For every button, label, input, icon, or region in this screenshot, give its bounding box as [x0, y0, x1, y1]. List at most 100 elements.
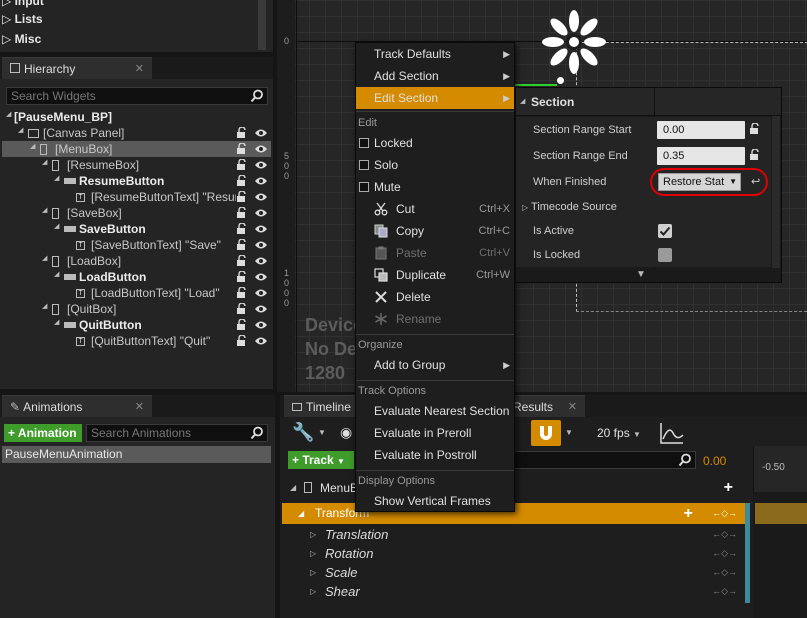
hierarchy-tree-row[interactable]: ◢ [QuitBox]	[2, 301, 271, 317]
sub-track-row[interactable]: ▷ Shear ←◇→	[282, 582, 745, 601]
sub-track-row[interactable]: ▷ Rotation ←◇→	[282, 544, 745, 563]
expand-more-icon[interactable]: ▼	[636, 269, 646, 280]
eye-icon[interactable]	[254, 304, 268, 314]
menu-item-evaluate-nearest[interactable]: Evaluate Nearest Section	[356, 400, 514, 422]
search-icon[interactable]	[250, 426, 264, 440]
hierarchy-tree-row[interactable]: T [SaveButtonText] "Save"	[2, 237, 271, 253]
menu-item-cut[interactable]: Cut Ctrl+X	[356, 198, 514, 220]
lock-icon[interactable]	[236, 127, 248, 139]
hierarchy-tree-row[interactable]: ◢ [PauseMenu_BP]	[2, 109, 271, 125]
tab-timeline[interactable]: Timeline	[284, 395, 364, 417]
eye-icon[interactable]: ◉	[340, 424, 352, 441]
section-header[interactable]: ◢ Section	[516, 88, 781, 116]
lock-icon[interactable]	[236, 223, 248, 235]
range-start-input[interactable]: 0.00	[657, 121, 745, 139]
track-search-input[interactable]	[512, 451, 696, 469]
lock-icon[interactable]	[236, 143, 248, 155]
hierarchy-tree-row[interactable]: ◢ QuitButton	[2, 317, 271, 333]
eye-icon[interactable]	[254, 288, 268, 298]
menu-item-rename[interactable]: Rename	[356, 308, 514, 330]
menu-item-solo[interactable]: Solo	[356, 154, 514, 176]
lock-icon[interactable]	[236, 271, 248, 283]
menu-item-add-to-group[interactable]: Add to Group ▶	[356, 354, 514, 376]
menu-item-copy[interactable]: Copy Ctrl+C	[356, 220, 514, 242]
menu-item-evaluate-postroll[interactable]: Evaluate in Postroll	[356, 444, 514, 466]
expand-arrow-icon[interactable]: ▷	[310, 525, 316, 544]
tab-animations[interactable]: ✎ Animations ✕	[2, 395, 152, 417]
expand-arrow-icon[interactable]: ▷	[310, 563, 316, 582]
lock-icon[interactable]	[236, 287, 248, 299]
animations-search-input[interactable]: Search Animations	[86, 424, 268, 442]
lock-icon[interactable]	[236, 207, 248, 219]
palette-section-input[interactable]: ▷ Input	[2, 0, 44, 9]
eye-icon[interactable]	[254, 320, 268, 330]
lock-icon[interactable]	[236, 239, 248, 251]
lock-icon[interactable]	[236, 335, 248, 347]
collapse-arrow-icon[interactable]: ◢	[42, 302, 47, 310]
hierarchy-tree-row[interactable]: ◢ LoadButton	[2, 269, 271, 285]
keyframe-nav-icon[interactable]: ←◇→	[712, 525, 737, 544]
collapse-arrow-icon[interactable]: ◢	[298, 503, 304, 524]
collapse-arrow-icon[interactable]: ◢	[18, 126, 23, 134]
menu-item-duplicate[interactable]: Duplicate Ctrl+W	[356, 264, 514, 286]
lock-icon[interactable]	[749, 123, 761, 135]
menu-item-paste[interactable]: Paste Ctrl+V	[356, 242, 514, 264]
menu-item-locked[interactable]: Locked	[356, 132, 514, 154]
hierarchy-tree-row[interactable]: T [ResumeButtonText] "Resum	[2, 189, 271, 205]
close-icon[interactable]: ✕	[568, 396, 577, 418]
palette-section-misc[interactable]: ▷ Misc	[2, 31, 41, 47]
eye-icon[interactable]	[254, 144, 268, 154]
eye-icon[interactable]	[254, 176, 268, 186]
eye-icon[interactable]	[254, 240, 268, 250]
hierarchy-tree-row[interactable]: ◢ [ResumeBox]	[2, 157, 271, 173]
wrench-icon[interactable]: 🔧	[292, 422, 314, 443]
lock-icon[interactable]	[749, 149, 761, 161]
locked-checkbox[interactable]	[359, 138, 369, 148]
hierarchy-tree-row[interactable]: ◢ SaveButton	[2, 221, 271, 237]
panel-scrollbar[interactable]	[772, 116, 780, 268]
expand-arrow-icon[interactable]: ▷	[310, 544, 316, 563]
range-end-input[interactable]: 0.35	[657, 147, 745, 165]
menu-item-show-vertical-frames[interactable]: Show Vertical Frames	[356, 490, 514, 512]
hierarchy-tree-row[interactable]: ◢ [Canvas Panel]	[2, 125, 271, 141]
collapse-arrow-icon[interactable]: ◢	[42, 158, 47, 166]
chevron-down-icon[interactable]: ▼	[565, 428, 573, 437]
collapse-arrow-icon[interactable]: ◢	[54, 174, 59, 182]
lock-icon[interactable]	[236, 159, 248, 171]
search-icon[interactable]	[678, 453, 692, 467]
keyframe-nav-icon[interactable]: ←◇→	[712, 503, 737, 524]
collapse-arrow-icon[interactable]: ◢	[42, 254, 47, 262]
lock-icon[interactable]	[236, 191, 248, 203]
lock-icon[interactable]	[236, 303, 248, 315]
transform-section-bar[interactable]	[755, 503, 807, 524]
chevron-down-icon[interactable]: ▼	[318, 428, 326, 437]
lock-icon[interactable]	[236, 255, 248, 267]
solo-checkbox[interactable]	[359, 160, 369, 170]
hierarchy-tree-row[interactable]: T [QuitButtonText] "Quit"	[2, 333, 271, 349]
eye-icon[interactable]	[254, 256, 268, 266]
eye-icon[interactable]	[254, 224, 268, 234]
collapse-arrow-icon[interactable]: ◢	[30, 142, 35, 150]
collapse-arrow-icon[interactable]: ◢	[42, 206, 47, 214]
hierarchy-tree-row[interactable]: T [LoadButtonText] "Load"	[2, 285, 271, 301]
search-icon[interactable]	[250, 89, 264, 103]
is-locked-checkbox[interactable]	[658, 248, 672, 262]
hierarchy-tree-row[interactable]: ◢ [SaveBox]	[2, 205, 271, 221]
collapse-arrow-icon[interactable]: ◢	[6, 110, 11, 118]
menu-item-delete[interactable]: Delete	[356, 286, 514, 308]
hierarchy-tree-row[interactable]: ◢ ResumeButton	[2, 173, 271, 189]
sub-track-row[interactable]: ▷ Scale ←◇→	[282, 563, 745, 582]
keyframe-nav-icon[interactable]: ←◇→	[712, 582, 737, 601]
palette-scrollbar[interactable]	[258, 0, 266, 50]
anchor-icon[interactable]	[541, 9, 607, 75]
keyframe-nav-icon[interactable]: ←◇→	[712, 544, 737, 563]
collapse-arrow-icon[interactable]: ◢	[54, 222, 59, 230]
add-icon[interactable]: +	[724, 477, 733, 499]
menu-item-add-section[interactable]: Add Section ▶	[356, 65, 514, 87]
mute-checkbox[interactable]	[359, 182, 369, 192]
close-icon[interactable]: ✕	[135, 58, 144, 80]
menu-item-evaluate-preroll[interactable]: Evaluate in Preroll	[356, 422, 514, 444]
lock-icon[interactable]	[236, 175, 248, 187]
add-icon[interactable]: +	[684, 503, 693, 524]
timecode-source-row[interactable]: ▷ Timecode Source	[522, 196, 617, 218]
